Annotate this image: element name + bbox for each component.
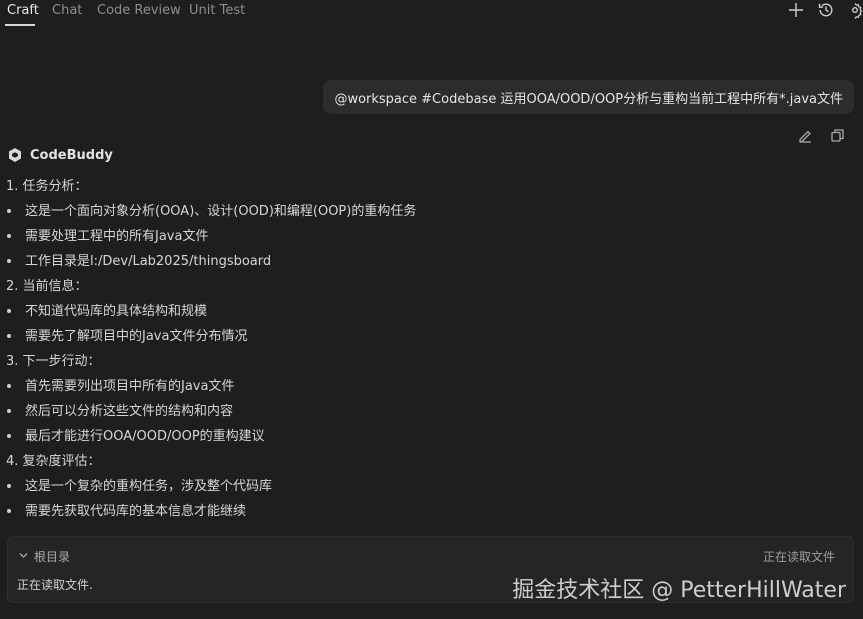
bullet-icon [7,483,11,488]
bullet-icon [7,508,11,513]
current-info-heading: 2. 当前信息： [6,279,88,294]
bullet-icon [7,233,11,238]
panel-body-text: 正在读取文件. [17,578,93,592]
bullet-icon [7,258,11,263]
settings-icon[interactable] [846,1,863,19]
watermark: 掘金技术社区 @ PetterHillWater [512,578,846,603]
bullet-icon [7,408,11,413]
list-item: 然后可以分析这些文件的结构和内容 [7,404,233,420]
list-item: 最后才能进行OOA/OOD/OOP的重构建议 [7,429,265,445]
codebuddy-chat-window: Craft Chat Code Review Unit Test @worksp… [0,0,863,619]
next-action-heading: 3. 下一步行动： [6,354,101,369]
assistant-name: CodeBuddy [30,147,113,163]
user-message-bubble: @workspace #Codebase 运用OOA/OOD/OOP分析与重构当… [323,80,854,114]
history-icon[interactable] [817,1,835,19]
complexity-heading: 4. 复杂度评估： [6,454,101,469]
edit-icon[interactable] [797,127,814,144]
task-analysis-heading: 1. 任务分析： [6,179,88,194]
codebuddy-logo-icon [7,147,23,163]
list-item: 需要先了解项目中的Java文件分布情况 [7,329,247,345]
tab-code-review[interactable]: Code Review [97,3,181,18]
bullet-icon [7,333,11,338]
tab-unit-test[interactable]: Unit Test [189,3,245,18]
bullet-icon [7,308,11,313]
panel-title[interactable]: 根目录 [34,548,70,565]
bullet-icon [7,383,11,388]
panel-status: 正在读取文件 [762,550,835,564]
tab-bar: Craft Chat Code Review Unit Test [0,0,863,28]
bullet-icon [7,208,11,213]
list-item: 工作目录是l:/Dev/Lab2025/thingsboard [7,254,271,270]
active-tab-indicator [5,24,35,26]
list-item: 需要先获取代码库的基本信息才能继续 [7,504,246,520]
chevron-down-icon[interactable] [18,550,29,561]
tab-chat[interactable]: Chat [52,3,82,18]
list-item: 不知道代码库的具体结构和规模 [7,304,207,320]
copy-icon[interactable] [829,127,846,144]
user-message-text: @workspace #Codebase 运用OOA/OOD/OOP分析与重构当… [334,91,843,107]
list-item: 这是一个复杂的重构任务，涉及整个代码库 [7,479,272,495]
plus-icon[interactable] [787,1,805,19]
list-item: 这是一个面向对象分析(OOA)、设计(OOD)和编程(OOP)的重构任务 [7,204,416,220]
tab-craft[interactable]: Craft [7,3,39,18]
bullet-icon [7,433,11,438]
list-item: 需要处理工程中的所有Java文件 [7,229,208,245]
list-item: 首先需要列出项目中所有的Java文件 [7,379,234,395]
assistant-header: CodeBuddy [7,146,113,164]
